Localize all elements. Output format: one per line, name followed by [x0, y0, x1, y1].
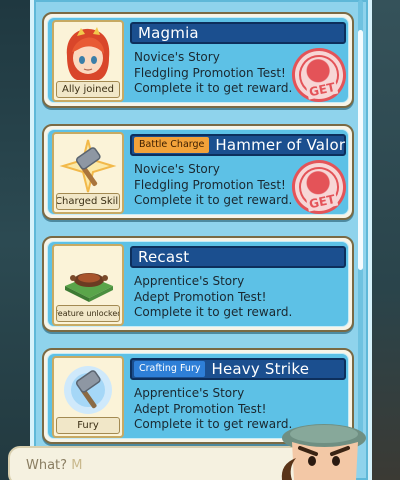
npc-character-avatar	[276, 418, 376, 480]
reward-icon-frame: Feature unlocked	[52, 244, 124, 326]
quest-reward-text: Complete it to get reward.	[134, 193, 293, 207]
skill-badge: Crafting Fury	[134, 361, 206, 377]
quest-story: Novice's Story	[134, 50, 220, 64]
quest-card-magmia[interactable]: Ally joined Magmia Novice's Story Fledgl…	[42, 12, 354, 108]
quest-story: Apprentice's Story	[134, 274, 245, 288]
icon-caption: Charged Skill	[56, 193, 120, 210]
quest-title-bar: Recast	[130, 246, 346, 268]
dialog-bar[interactable]: What? M	[8, 446, 304, 480]
hammer-glow-icon	[58, 362, 118, 418]
quest-description: Novice's Story Fledgling Promotion Test!…	[134, 50, 304, 97]
dialog-text: What?	[26, 458, 68, 473]
quest-test: Fledgling Promotion Test!	[134, 65, 286, 80]
quest-card-recast[interactable]: Feature unlocked Recast Apprentice's Sto…	[42, 236, 354, 332]
get-stamp-icon: GET	[295, 51, 343, 100]
reward-icon-frame: Fury	[52, 356, 124, 438]
quest-title-bar: Crafting Fury Heavy Strike	[130, 358, 346, 380]
quest-title-bar: Battle Charge Hammer of Valor	[130, 134, 346, 156]
quest-test: Adept Promotion Test!	[134, 401, 267, 416]
quest-title: Heavy Strike	[211, 360, 310, 378]
forge-icon	[58, 250, 118, 306]
quest-description: Novice's Story Fledgling Promotion Test!…	[134, 162, 304, 209]
quest-test: Fledgling Promotion Test!	[134, 177, 286, 192]
get-label: GET	[305, 191, 339, 212]
quest-description: Apprentice's Story Adept Promotion Test!…	[134, 274, 304, 321]
quest-test: Adept Promotion Test!	[134, 289, 267, 304]
quest-story: Novice's Story	[134, 162, 220, 176]
scrollbar-thumb[interactable]	[358, 30, 363, 270]
reward-icon-frame: Ally joined	[52, 20, 124, 102]
skill-badge: Battle Charge	[134, 137, 210, 153]
quest-story: Apprentice's Story	[134, 386, 245, 400]
get-label: GET	[305, 79, 339, 100]
reward-icon-frame: Charged Skill	[52, 132, 124, 214]
hammer-star-icon	[58, 138, 118, 194]
quest-card-hammer-of-valor[interactable]: Charged Skill Battle Charge Hammer of Va…	[42, 124, 354, 220]
quest-reward-text: Complete it to get reward.	[134, 81, 293, 95]
dialog-cursor: M	[71, 458, 83, 473]
icon-caption: Fury	[56, 417, 120, 434]
dialog-text-line: What? M	[26, 458, 82, 473]
girl-portrait-icon	[58, 26, 118, 82]
quest-title-bar: Magmia	[130, 22, 346, 44]
quest-title: Magmia	[138, 24, 199, 42]
quest-reward-text: Complete it to get reward.	[134, 305, 293, 319]
quest-title: Recast	[138, 248, 190, 266]
get-stamp-icon: GET	[295, 163, 343, 212]
icon-caption: Ally joined	[56, 81, 120, 98]
icon-caption: Feature unlocked	[56, 305, 120, 322]
quest-title: Hammer of Valor	[215, 136, 346, 154]
